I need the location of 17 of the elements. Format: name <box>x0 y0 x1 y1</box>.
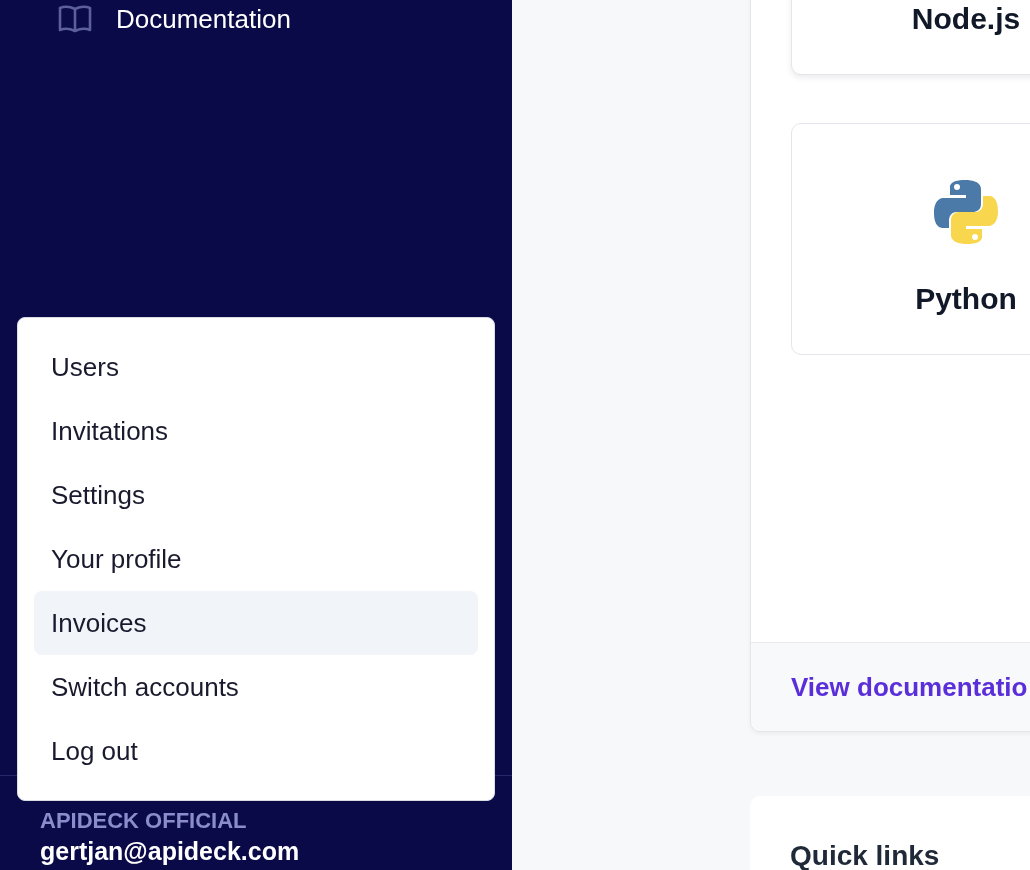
menu-item[interactable]: Switch accounts <box>34 655 478 719</box>
account-email: gertjan@apideck.com <box>40 836 301 866</box>
menu-item[interactable]: Settings <box>34 463 478 527</box>
menu-item[interactable]: Log out <box>34 719 478 783</box>
nav-link[interactable]: Documentation <box>0 0 291 38</box>
language-name: Node.js <box>911 2 1021 36</box>
book-icon <box>58 5 92 33</box>
language-card[interactable]: Node.js <box>791 0 1030 75</box>
python-logo-icon <box>933 178 999 246</box>
menu-item[interactable]: Invoices <box>34 591 478 655</box>
language-card[interactable]: Python <box>791 123 1030 355</box>
menu-item[interactable]: Your profile <box>34 527 478 591</box>
menu-item[interactable]: Users <box>34 335 478 399</box>
language-name: Python <box>915 282 1017 316</box>
menu-item[interactable]: Invitations <box>34 399 478 463</box>
quick-links-title: Quick links <box>790 840 941 870</box>
organization-name: APIDECK OFFICIAL <box>40 808 248 834</box>
